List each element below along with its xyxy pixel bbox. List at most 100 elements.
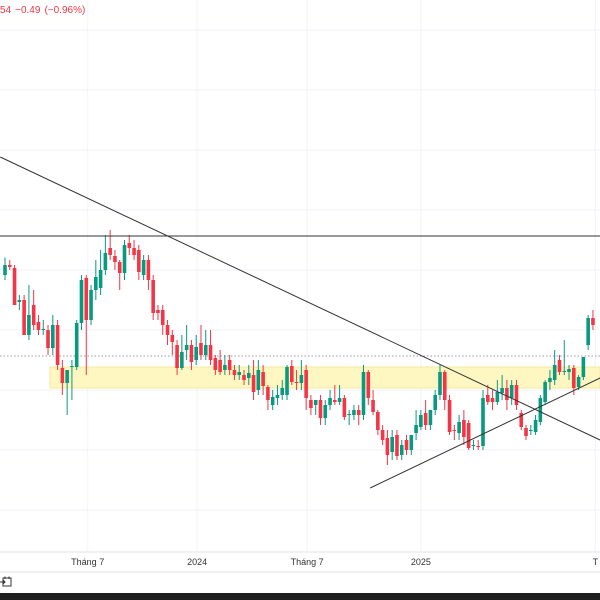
candle-down: [304, 370, 308, 398]
candle-up: [390, 437, 394, 452]
candle-down: [132, 248, 136, 255]
candle-down: [462, 420, 466, 437]
candle-down: [151, 280, 155, 313]
candle-down: [227, 360, 232, 370]
candle-down: [290, 366, 294, 382]
candle-up: [65, 370, 69, 383]
candle-down: [160, 310, 165, 325]
candle-up: [17, 300, 22, 302]
candle-down: [385, 438, 390, 455]
x-tick-label: T: [593, 557, 599, 567]
candle-up: [495, 392, 500, 402]
candle-down: [318, 400, 323, 418]
candle-down: [309, 400, 313, 408]
candle-down: [218, 360, 222, 372]
candle-up: [51, 325, 55, 348]
ascending-trendline: [369, 377, 600, 489]
candle-up: [500, 388, 504, 393]
candle-down: [294, 382, 299, 383]
candle-up: [552, 365, 557, 380]
candle-down: [490, 398, 495, 402]
candle-down: [146, 260, 151, 280]
candle-up: [543, 382, 547, 402]
candle-up: [328, 398, 332, 405]
support-zone: [49, 366, 600, 389]
candle-up: [89, 290, 93, 320]
candle-up: [581, 357, 586, 377]
candle-up: [399, 445, 404, 455]
candle-down: [380, 430, 385, 440]
candle-up: [3, 265, 7, 275]
candle-up: [533, 420, 538, 432]
candle-down: [36, 322, 41, 330]
candle-up: [141, 260, 146, 275]
candle-down: [189, 345, 194, 362]
candle-up: [280, 388, 285, 395]
candle-down: [404, 440, 409, 450]
candle-down: [55, 325, 60, 365]
date-range-icon[interactable]: [0, 576, 12, 587]
candle-down: [557, 360, 562, 372]
candle-down: [199, 343, 203, 355]
candle-down: [242, 375, 246, 380]
x-tick-label: 2025: [411, 557, 431, 567]
candlestick-chart[interactable]: Tháng 7 2024 Tháng 7 2025 T: [0, 0, 600, 600]
candle-down: [170, 335, 175, 342]
candle-down: [22, 300, 26, 335]
candle-down: [31, 305, 36, 325]
candle-down: [442, 372, 447, 400]
candle-up: [203, 345, 208, 355]
candle-up: [98, 270, 103, 288]
candle-up: [428, 410, 433, 425]
candle-down: [514, 385, 519, 405]
candle-down: [423, 413, 428, 425]
candle-up: [337, 398, 342, 402]
candle-down: [395, 435, 399, 456]
candle-up: [246, 373, 251, 378]
candle-up: [361, 372, 366, 415]
candle-up: [352, 410, 356, 415]
candle-up: [184, 345, 189, 350]
candle-down: [356, 410, 361, 415]
candle-down: [505, 388, 509, 400]
candle-up: [414, 425, 418, 433]
candle-up: [237, 372, 242, 375]
candle-down: [485, 395, 490, 402]
candle-down: [342, 398, 347, 417]
candle-down: [366, 372, 371, 398]
candle-up: [70, 366, 74, 367]
candle-down: [251, 375, 256, 392]
candle-down: [208, 345, 213, 360]
candle-up: [548, 378, 552, 382]
candle-down: [175, 345, 179, 368]
candle-up: [41, 329, 46, 330]
candle-up: [538, 398, 543, 422]
candle-up: [576, 377, 581, 387]
candle-up: [194, 347, 198, 360]
candle-up: [471, 445, 476, 446]
candle-up: [180, 352, 184, 368]
candle-up: [586, 318, 590, 345]
candle-down: [333, 400, 337, 402]
candle-up: [347, 414, 351, 415]
candle-up: [438, 372, 442, 395]
candle-up: [313, 400, 318, 405]
candle-down: [266, 387, 270, 400]
candle-down: [84, 278, 89, 320]
candle-down: [165, 325, 170, 335]
candle-up: [256, 370, 261, 390]
candle-up: [509, 385, 514, 398]
candle-up: [270, 397, 275, 405]
candle-down: [156, 310, 160, 313]
candle-down: [591, 318, 595, 325]
candle-down: [213, 358, 218, 370]
candle-down: [108, 248, 112, 255]
bottom-bar: [0, 593, 600, 600]
candle-up: [299, 375, 304, 383]
candle-up: [74, 323, 79, 367]
candle-up: [103, 253, 108, 270]
candle-down: [524, 428, 528, 436]
candle-down: [447, 400, 452, 432]
candle-down: [466, 423, 471, 448]
x-tick-label: 2024: [187, 557, 207, 567]
